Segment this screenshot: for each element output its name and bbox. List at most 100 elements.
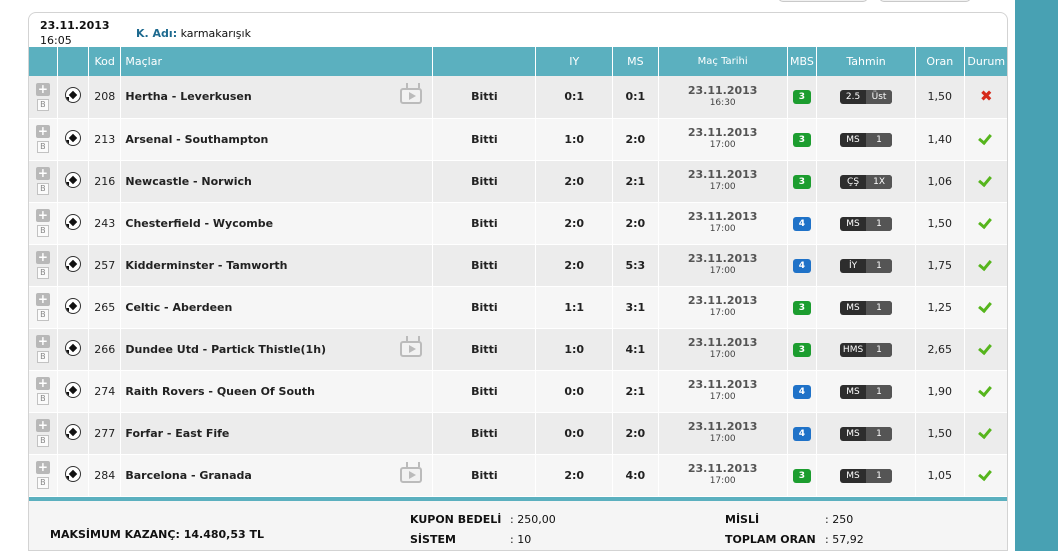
- status-cell: Bitti: [432, 118, 537, 161]
- plus-icon[interactable]: +: [35, 209, 50, 222]
- durum-cell: [964, 286, 1007, 329]
- match-cell: Kidderminster - Tamworth: [120, 244, 434, 287]
- check-icon: [979, 257, 993, 271]
- ms-score: 2:0: [612, 118, 659, 161]
- match-date: 23.11.2013: [687, 462, 758, 475]
- soccer-ball-icon: [64, 465, 81, 482]
- prediction-type: MS: [846, 428, 860, 439]
- header-kod: Kod: [88, 47, 122, 76]
- plus-icon[interactable]: +: [35, 251, 50, 264]
- plus-icon[interactable]: +: [35, 125, 50, 138]
- sport-cell: [57, 328, 90, 371]
- mbs-cell: 3: [787, 160, 818, 203]
- tahmin-cell: MS 1: [816, 118, 917, 161]
- b-button[interactable]: B: [36, 141, 49, 153]
- misli-label: MİSLİ: [725, 513, 760, 526]
- tahmin-cell: MS 1: [816, 412, 917, 455]
- left-margin: [0, 0, 26, 551]
- table-row: + B 284 Barcelona - Granada Bitti 2:0 4:0 23.11…: [29, 454, 1007, 497]
- match-date: 23.11.2013: [687, 252, 758, 265]
- b-button[interactable]: B: [36, 267, 49, 279]
- plus-icon[interactable]: +: [35, 377, 50, 390]
- table-row: + B 257 Kidderminster - Tamworth Bitti 2:0 5:3…: [29, 244, 1007, 287]
- plus-icon[interactable]: +: [35, 419, 50, 432]
- plus-icon[interactable]: +: [35, 461, 50, 474]
- match-date-cell: 23.11.2013 16:30: [658, 76, 788, 119]
- oran-cell: 1,50: [915, 202, 965, 245]
- plus-icon[interactable]: +: [35, 82, 50, 96]
- kod-cell: 208: [88, 76, 122, 119]
- match-date-cell: 23.11.2013 17:00: [658, 286, 788, 329]
- tahmin-cell: İY 1: [816, 244, 917, 287]
- table-row: + B 277 Forfar - East Fife Bitti 0:0 2:0 23.11.…: [29, 412, 1007, 455]
- plus-icon[interactable]: +: [35, 293, 50, 306]
- sport-cell: [57, 76, 90, 119]
- b-button[interactable]: B: [36, 98, 49, 111]
- tv-icon[interactable]: [400, 340, 423, 357]
- mbs-badge: 3: [792, 132, 811, 147]
- tv-icon[interactable]: [400, 466, 423, 483]
- match-cell: Hertha - Leverkusen: [120, 76, 434, 119]
- tv-icon[interactable]: [400, 88, 423, 104]
- match-name: Barcelona - Granada: [125, 468, 252, 482]
- table-row: + B 213 Arsenal - Southampton Bitti 1:0 2:0 23.…: [29, 118, 1007, 161]
- add-cell: + B: [29, 202, 58, 245]
- add-cell: + B: [29, 76, 58, 119]
- b-button[interactable]: B: [36, 351, 49, 363]
- prediction-type: ÇŞ: [847, 176, 860, 187]
- coupon-card: 23.11.2013 16:05 K. Adı: karmakarışık Ko…: [28, 12, 1008, 551]
- plus-icon[interactable]: +: [35, 167, 50, 180]
- mbs-badge: 3: [792, 342, 811, 357]
- b-button[interactable]: B: [36, 393, 49, 405]
- b-button[interactable]: B: [36, 435, 49, 447]
- sistem-label: SİSTEM: [410, 533, 456, 546]
- add-cell: + B: [29, 328, 58, 371]
- prediction-badge: MS 1: [840, 384, 893, 399]
- durum-cell: [964, 160, 1007, 203]
- cross-icon: ✖: [979, 87, 993, 106]
- mbs-cell: 4: [787, 202, 818, 245]
- match-time: 17:00: [709, 350, 736, 360]
- match-time: 17:00: [709, 434, 736, 444]
- status-cell: Bitti: [432, 328, 537, 371]
- iy-score: 2:0: [535, 160, 614, 203]
- sport-cell: [57, 202, 90, 245]
- top-button-1[interactable]: [778, 0, 868, 2]
- prediction-value: Üst: [866, 90, 893, 105]
- status-cell: Bitti: [432, 244, 537, 287]
- match-date-cell: 23.11.2013 17:00: [658, 454, 788, 497]
- match-time: 16:30: [709, 97, 736, 108]
- top-button-2[interactable]: [879, 0, 971, 2]
- iy-score: 2:0: [535, 244, 614, 287]
- add-cell: + B: [29, 118, 58, 161]
- prediction-value: 1: [866, 426, 893, 441]
- soccer-ball-icon: [64, 213, 81, 230]
- table-row: + B 265 Celtic - Aberdeen Bitti 1:1 3:1 23.11.2…: [29, 286, 1007, 329]
- match-date: 23.11.2013: [687, 126, 758, 139]
- soccer-ball-icon: [64, 255, 81, 272]
- match-date: 23.11.2013: [687, 168, 758, 181]
- match-cell: Dundee Utd - Partick Thistle(1h): [120, 328, 434, 371]
- durum-cell: [964, 118, 1007, 161]
- b-button[interactable]: B: [36, 309, 49, 321]
- kupon-bedeli-value: : 250,00: [510, 513, 556, 526]
- b-button[interactable]: B: [36, 477, 49, 489]
- prediction-type: MS: [846, 470, 860, 481]
- match-date: 23.11.2013: [687, 336, 758, 349]
- oran-cell: 1,05: [915, 454, 965, 497]
- add-cell: + B: [29, 370, 58, 413]
- status-cell: Bitti: [432, 160, 537, 203]
- ms-score: 0:1: [612, 76, 659, 119]
- status-cell: Bitti: [432, 76, 537, 119]
- prediction-type: MS: [846, 386, 860, 397]
- status-cell: Bitti: [432, 412, 537, 455]
- prediction-type: HMS: [842, 344, 864, 355]
- b-button[interactable]: B: [36, 183, 49, 195]
- prediction-value: 1: [866, 132, 893, 147]
- b-button[interactable]: B: [36, 225, 49, 237]
- tahmin-cell: ÇŞ 1X: [816, 160, 917, 203]
- plus-icon[interactable]: +: [35, 335, 50, 348]
- durum-cell: [964, 244, 1007, 287]
- soccer-ball-icon: [64, 171, 81, 188]
- tahmin-cell: 2.5 Üst: [816, 76, 917, 119]
